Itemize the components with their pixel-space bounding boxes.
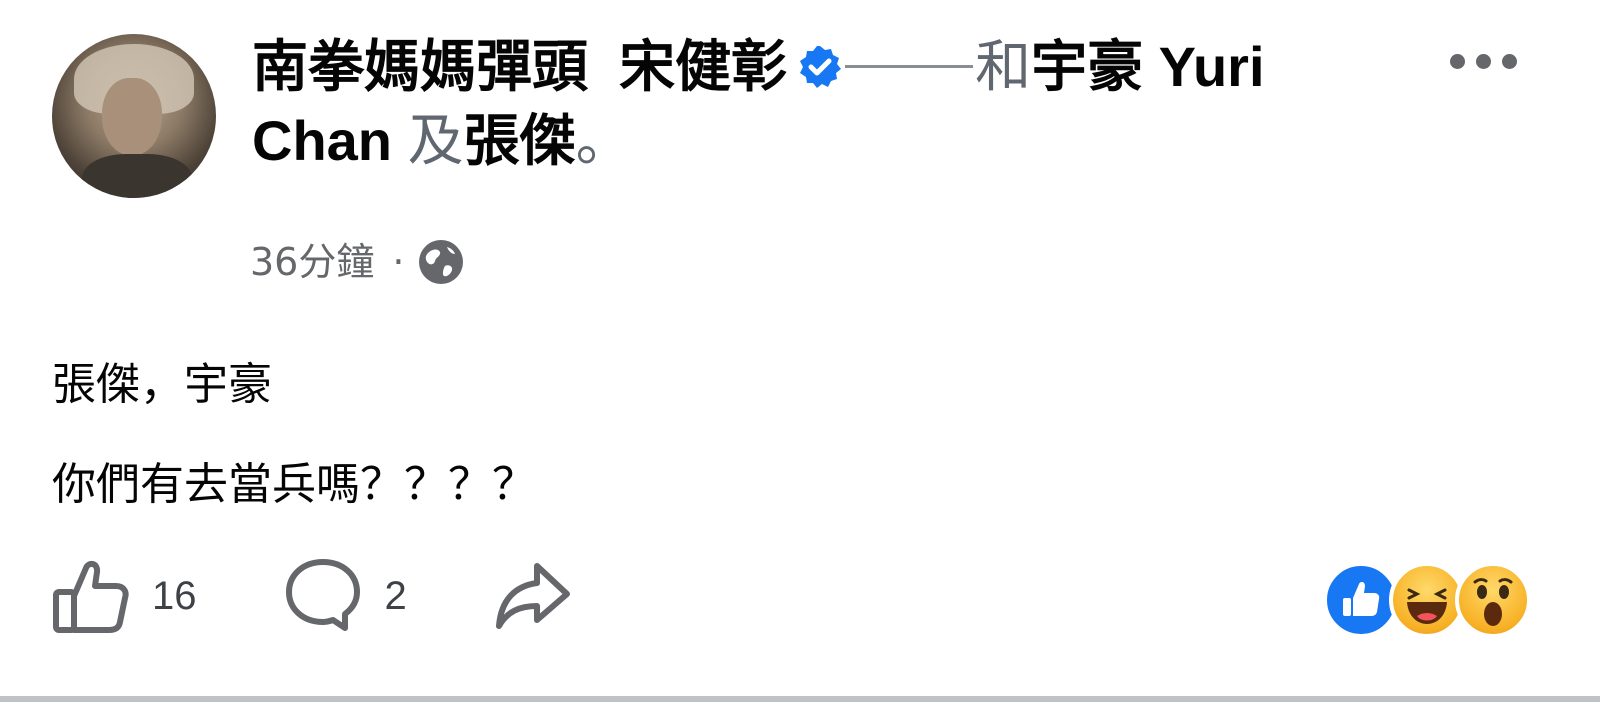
more-dot <box>1450 54 1465 69</box>
comment-icon <box>283 556 363 636</box>
like-button[interactable]: 16 <box>50 556 197 636</box>
wow-reaction-icon <box>1455 562 1531 638</box>
author-avatar[interactable] <box>52 34 216 198</box>
post-body-line-2: 你們有去當兵嗎？？？？ <box>52 459 536 510</box>
post-timestamp[interactable]: 36分鐘 <box>250 234 374 290</box>
with-text: 和 <box>975 35 1032 98</box>
share-icon <box>493 556 573 636</box>
author-name-link[interactable]: 宋健彰 <box>619 35 787 98</box>
avatar-body <box>82 154 192 198</box>
haha-reaction-icon <box>1389 562 1465 638</box>
tagged-user-link-2[interactable]: 張傑 <box>464 109 576 172</box>
share-button[interactable] <box>493 556 573 636</box>
post-header: 南拳媽媽彈頭 宋健彰 和宇豪 Yuri Chan 及張傑。 <box>252 30 1392 178</box>
thumbs-up-icon <box>50 556 130 636</box>
tagged-user-1-part2: Chan <box>252 109 392 172</box>
more-options-button[interactable] <box>1450 54 1517 69</box>
like-reaction-icon <box>1323 562 1399 638</box>
reaction-summary[interactable] <box>1323 562 1531 638</box>
tagged-user-1-part1: 宇豪 Yuri <box>1031 35 1265 98</box>
bottom-divider <box>0 696 1600 702</box>
post-meta: 36分鐘 · <box>250 234 464 290</box>
end-punctuation: 。 <box>575 109 632 172</box>
verified-badge-icon <box>797 34 843 88</box>
comment-button[interactable]: 2 <box>283 556 407 636</box>
comment-count: 2 <box>384 573 407 618</box>
like-count: 16 <box>152 573 197 618</box>
meta-separator: · <box>392 240 405 284</box>
avatar-face <box>102 78 162 156</box>
more-dot <box>1476 54 1491 69</box>
post-body: 張傑，宇豪 你們有去當兵嗎？？？？ <box>52 352 536 552</box>
globe-icon[interactable] <box>418 239 464 285</box>
post-body-line-1: 張傑，宇豪 <box>52 359 272 410</box>
post-actions: 16 2 <box>50 556 659 636</box>
and-text: 及 <box>407 109 464 172</box>
group-name-link[interactable]: 南拳媽媽彈頭 <box>252 35 588 98</box>
more-dot <box>1502 54 1517 69</box>
connector-line <box>845 65 974 68</box>
